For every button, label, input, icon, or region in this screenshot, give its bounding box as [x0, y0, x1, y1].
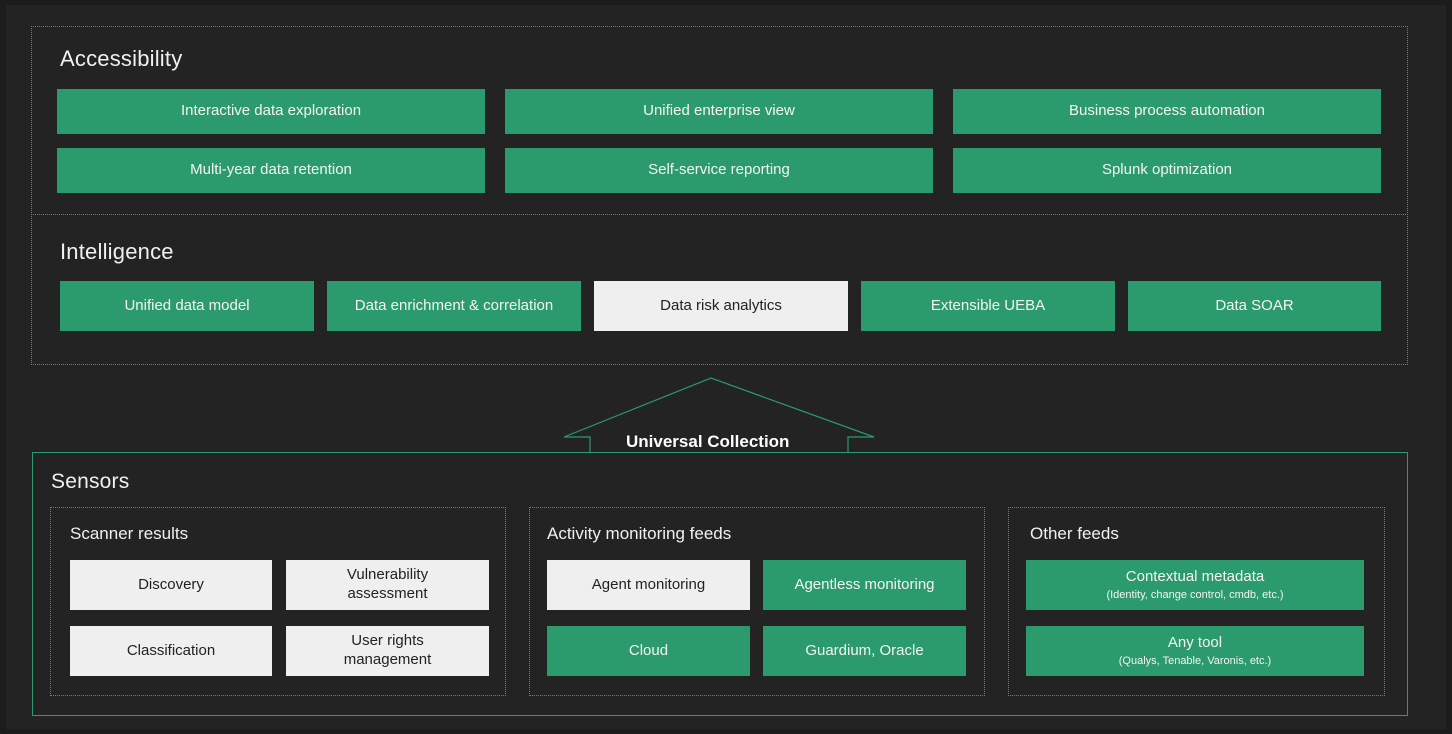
activity-item-cloud: Cloud [547, 626, 750, 676]
other-feeds-title: Other feeds [1030, 524, 1119, 543]
contextual-metadata-label: Contextual metadata [1125, 567, 1265, 585]
activity-monitoring-title: Activity monitoring feeds [547, 524, 732, 543]
contextual-metadata-sub: (Identity, change control, cmdb, etc.) [1106, 588, 1284, 601]
diagram-canvas: Accessibility Interactive data explorati… [6, 5, 1446, 729]
scanner-item-user-rights-management: User rights management [286, 626, 489, 676]
activity-item-guardium-oracle: Guardium, Oracle [763, 626, 966, 676]
sensors-title: Sensors [51, 470, 130, 493]
scanner-results-title: Scanner results [70, 524, 189, 543]
other-item-contextual-metadata: Contextual metadata (Identity, change co… [1026, 560, 1364, 610]
scanner-item-classification: Classification [70, 626, 272, 676]
scanner-item-discovery: Discovery [70, 560, 272, 610]
activity-item-agent-monitoring: Agent monitoring [547, 560, 750, 610]
activity-item-agentless-monitoring: Agentless monitoring [763, 560, 966, 610]
any-tool-sub: (Qualys, Tenable, Varonis, etc.) [1118, 654, 1272, 667]
universal-collection-label: Universal Collection [626, 432, 790, 451]
scanner-item-vulnerability-assessment: Vulnerability assessment [286, 560, 489, 610]
any-tool-label: Any tool [1167, 633, 1223, 651]
other-item-any-tool: Any tool (Qualys, Tenable, Varonis, etc.… [1026, 626, 1364, 676]
